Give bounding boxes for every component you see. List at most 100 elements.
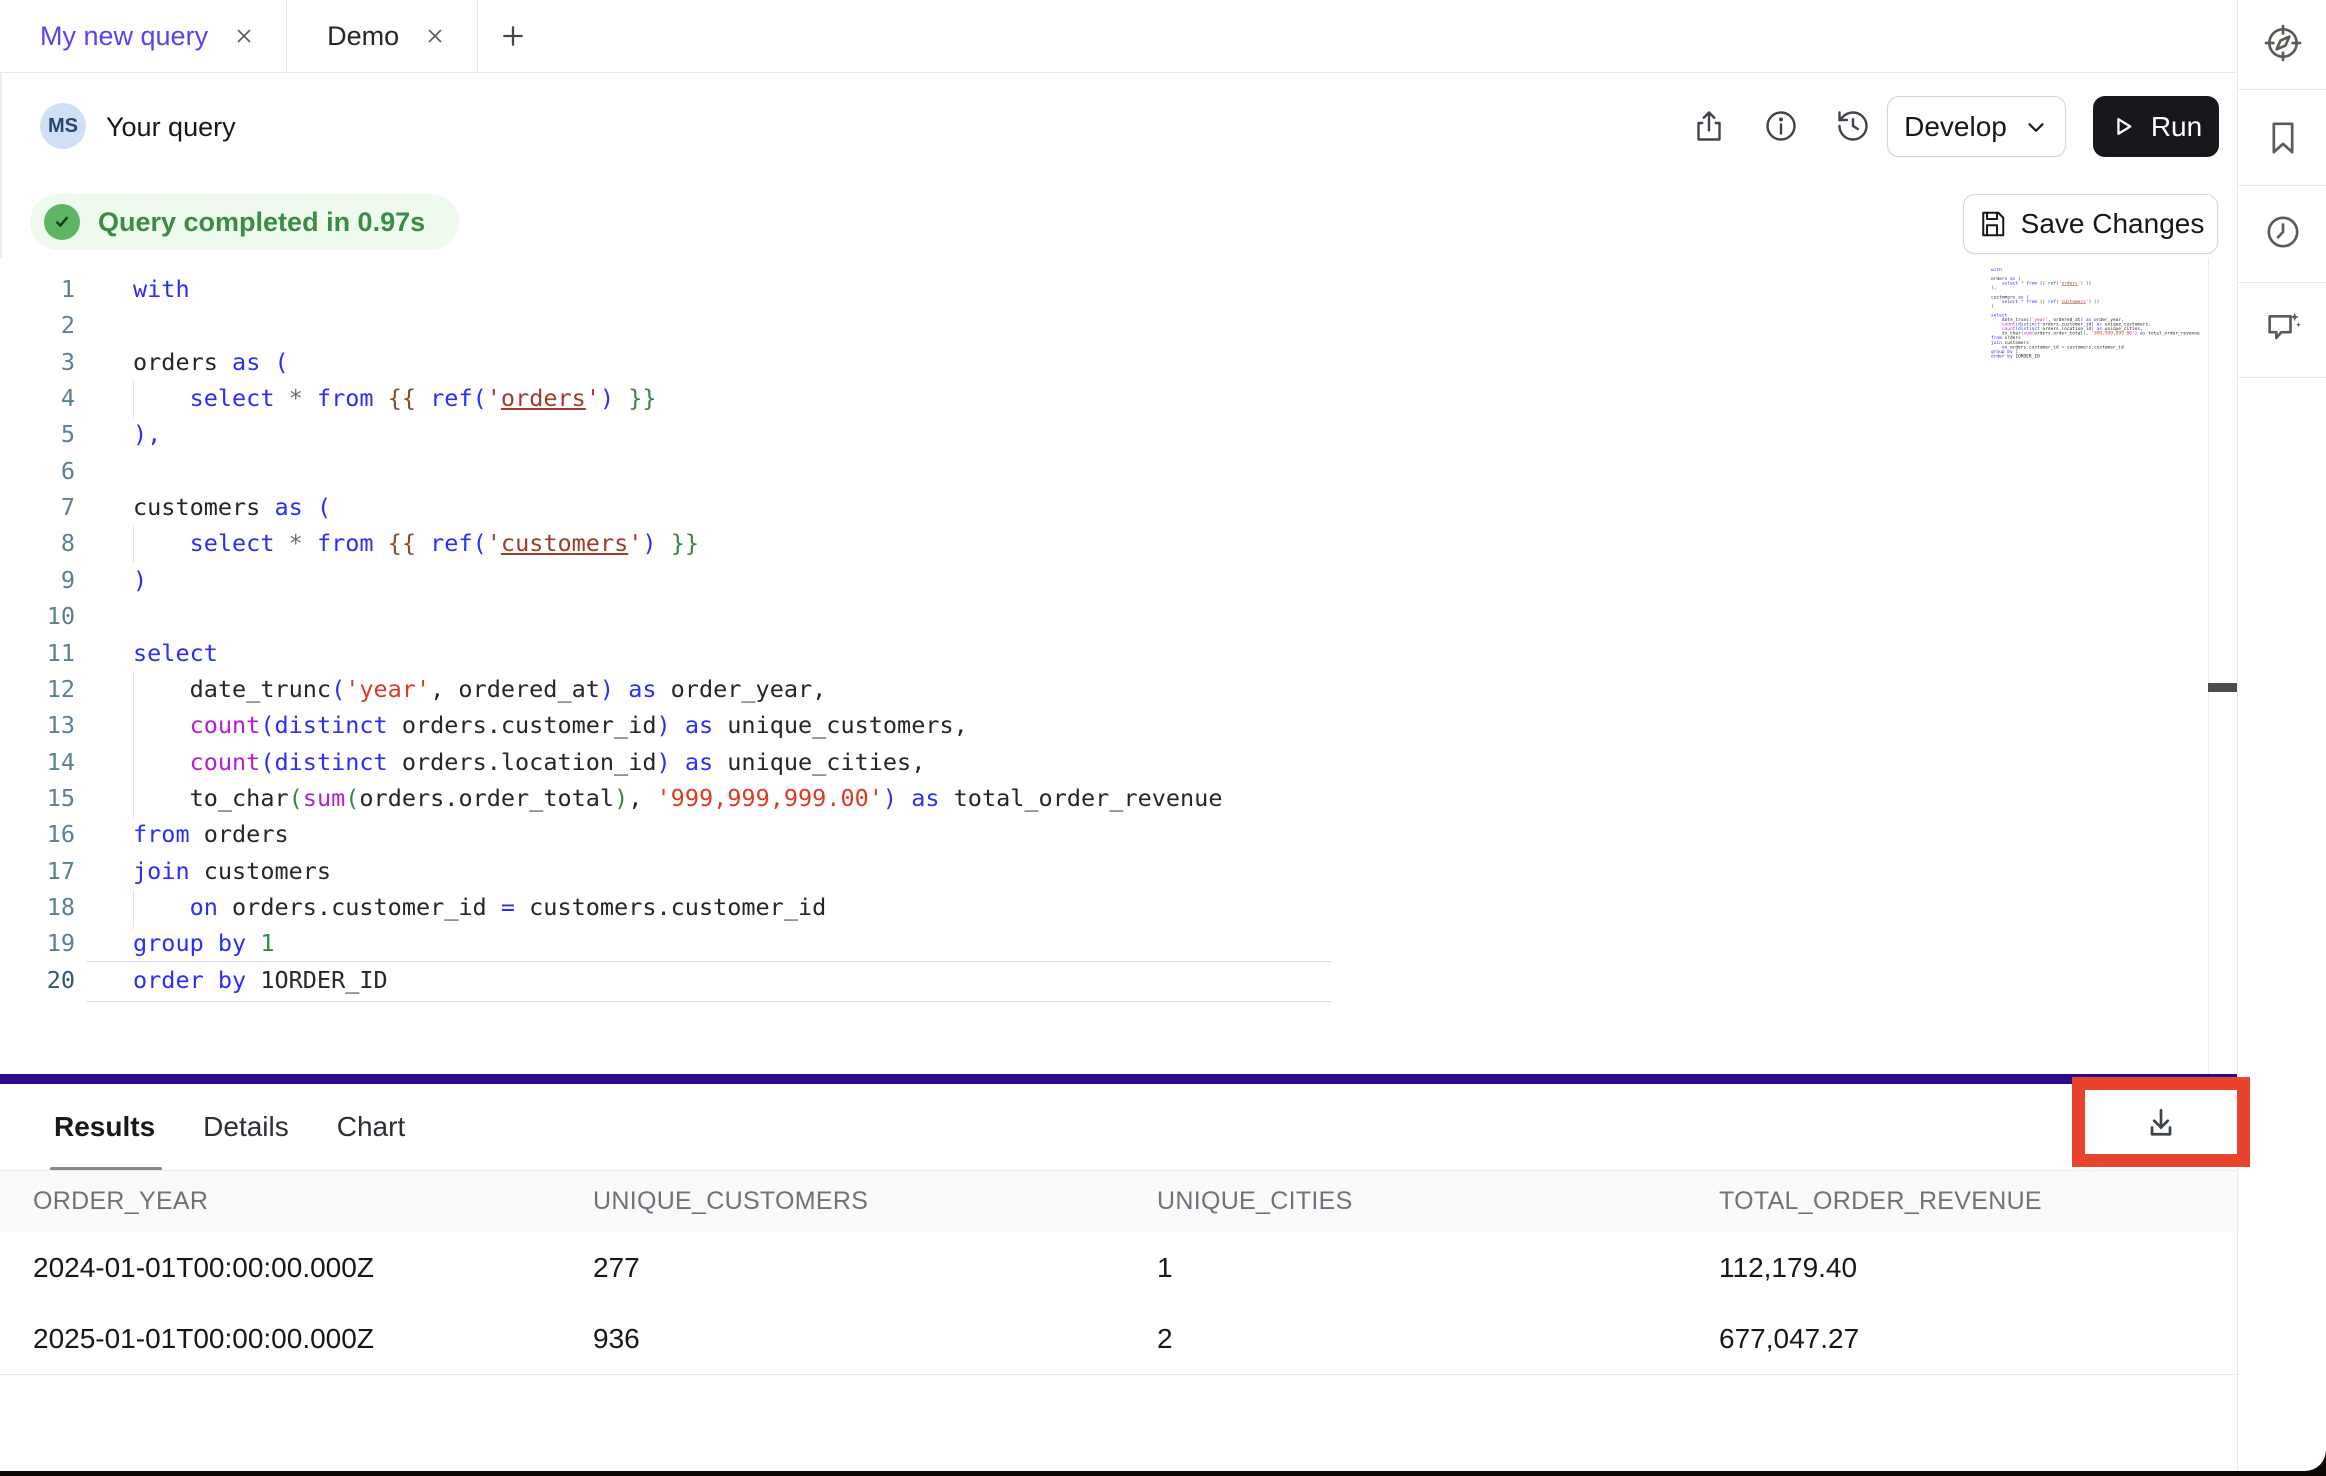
code-line[interactable]: 19group by 1 bbox=[0, 926, 2208, 963]
code-line[interactable]: 6 bbox=[0, 454, 2208, 491]
line-number: 13 bbox=[0, 711, 75, 739]
code-line[interactable]: 16from orders bbox=[0, 817, 2208, 854]
right-sidebar bbox=[2237, 0, 2326, 1476]
results-table-header: ORDER_YEARUNIQUE_CUSTOMERSUNIQUE_CITIEST… bbox=[0, 1171, 2237, 1233]
code-text: with bbox=[133, 275, 190, 303]
table-row: 2025-01-01T00:00:00.000Z9362677,047.27 bbox=[0, 1303, 2237, 1375]
line-number: 4 bbox=[0, 384, 75, 412]
window-bottom-edge bbox=[0, 1471, 2326, 1476]
code-line[interactable]: 2 bbox=[0, 308, 2208, 345]
compass-icon[interactable] bbox=[2259, 19, 2307, 67]
code-text: to_char(sum(orders.order_total), '999,99… bbox=[133, 784, 1222, 812]
line-number: 3 bbox=[0, 348, 75, 376]
editor-tab-my-new-query[interactable]: My new query bbox=[0, 0, 287, 72]
info-icon[interactable] bbox=[1758, 103, 1804, 149]
code-line[interactable]: 15 to_char(sum(orders.order_total), '999… bbox=[0, 781, 2208, 818]
develop-label: Develop bbox=[1904, 111, 2007, 143]
code-text: ), bbox=[133, 420, 161, 448]
new-tab-button[interactable] bbox=[478, 0, 548, 72]
code-line[interactable]: 12 date_trunc('year', ordered_at) as ord… bbox=[0, 672, 2208, 709]
save-changes-button[interactable]: Save Changes bbox=[1963, 194, 2218, 254]
code-text: on orders.customer_id = customers.custom… bbox=[133, 893, 826, 921]
code-text: count(distinct orders.location_id) as un… bbox=[133, 748, 925, 776]
code-text: date_trunc('year', ordered_at) as order_… bbox=[133, 675, 826, 703]
code-text: join customers bbox=[133, 857, 331, 885]
tab-bar: My new query Demo bbox=[0, 0, 2237, 73]
table-cell: 277 bbox=[593, 1252, 640, 1284]
results-tab-chart[interactable]: Chart bbox=[337, 1111, 405, 1143]
line-number: 20 bbox=[0, 966, 75, 994]
code-line[interactable]: 1 with bbox=[0, 272, 2208, 309]
panel-divider[interactable] bbox=[0, 1074, 2237, 1084]
develop-dropdown[interactable]: Develop bbox=[1887, 96, 2066, 157]
column-header: TOTAL_ORDER_REVENUE bbox=[1719, 1187, 2042, 1216]
status-message: Query completed in 0.97s bbox=[98, 207, 425, 238]
code-line[interactable]: 13 count(distinct orders.customer_id) as… bbox=[0, 708, 2208, 745]
line-number: 7 bbox=[0, 493, 75, 521]
query-toolbar: MS Your query Develop Run bbox=[0, 72, 2237, 182]
rail-divider bbox=[2238, 377, 2326, 378]
line-number: 1 bbox=[0, 275, 75, 303]
line-number: 19 bbox=[0, 929, 75, 957]
ai-chat-icon[interactable] bbox=[2259, 304, 2307, 352]
code-line[interactable]: 10 bbox=[0, 599, 2208, 636]
line-number: 6 bbox=[0, 457, 75, 485]
table-cell: 677,047.27 bbox=[1719, 1323, 1859, 1355]
code-line[interactable]: 17join customers bbox=[0, 854, 2208, 891]
line-number: 5 bbox=[0, 420, 75, 448]
tab-label: My new query bbox=[40, 21, 208, 52]
tab-label: Demo bbox=[327, 21, 399, 52]
rail-divider bbox=[2238, 282, 2326, 283]
code-line[interactable]: 11 select bbox=[0, 636, 2208, 673]
column-header: UNIQUE_CITIES bbox=[1157, 1187, 1353, 1216]
code-line[interactable]: 3orders as ( bbox=[0, 345, 2208, 382]
code-line[interactable]: 4 select * from {{ ref('orders') }} bbox=[0, 381, 2208, 418]
code-line[interactable]: 8 select * from {{ ref('customers') }} bbox=[0, 526, 2208, 563]
clock-icon[interactable] bbox=[2259, 208, 2307, 256]
download-results-button[interactable] bbox=[2086, 1092, 2236, 1154]
query-status-badge: Query completed in 0.97s bbox=[30, 194, 459, 250]
code-line[interactable]: 20 order by 1ORDER_ID bbox=[0, 963, 2208, 1000]
code-text: select bbox=[133, 639, 218, 667]
column-header: ORDER_YEAR bbox=[33, 1187, 208, 1216]
table-cell: 936 bbox=[593, 1323, 640, 1355]
editor-right-edge bbox=[2208, 258, 2209, 1074]
code-text: count(distinct orders.customer_id) as un… bbox=[133, 711, 968, 739]
results-tab-details[interactable]: Details bbox=[203, 1111, 289, 1143]
run-button[interactable]: Run bbox=[2093, 96, 2219, 157]
share-icon[interactable] bbox=[1686, 103, 1732, 149]
line-number: 14 bbox=[0, 748, 75, 776]
table-row: 2024-01-01T00:00:00.000Z2771112,179.40 bbox=[0, 1232, 2237, 1304]
check-icon bbox=[44, 204, 80, 240]
close-icon[interactable] bbox=[232, 24, 256, 48]
line-number: 18 bbox=[0, 893, 75, 921]
code-line[interactable]: 9) bbox=[0, 563, 2208, 600]
line-number: 11 bbox=[0, 639, 75, 667]
chevron-down-icon bbox=[2023, 114, 2049, 140]
line-number: 15 bbox=[0, 784, 75, 812]
scrollbar-thumb[interactable] bbox=[2208, 683, 2237, 692]
page-title: Your query bbox=[106, 112, 236, 143]
minimap-line: order by 1ORDER_ID bbox=[1991, 354, 2212, 359]
table-cell: 2025-01-01T00:00:00.000Z bbox=[33, 1323, 374, 1355]
code-line[interactable]: 5), bbox=[0, 417, 2208, 454]
code-text: order by 1ORDER_ID bbox=[133, 966, 388, 994]
code-line[interactable]: 7customers as ( bbox=[0, 490, 2208, 527]
save-icon bbox=[1977, 209, 2007, 239]
table-cell: 2024-01-01T00:00:00.000Z bbox=[33, 1252, 374, 1284]
bookmark-icon[interactable] bbox=[2259, 114, 2307, 162]
results-tab-results[interactable]: Results bbox=[54, 1111, 155, 1143]
minimap[interactable]: with orders as ( select * from {{ ref('o… bbox=[1991, 268, 2212, 438]
close-icon[interactable] bbox=[423, 24, 447, 48]
line-number: 10 bbox=[0, 602, 75, 630]
code-line[interactable]: 18 on orders.customer_id = customers.cus… bbox=[0, 890, 2208, 927]
toolbar-actions bbox=[1686, 103, 1876, 149]
code-line[interactable]: 14 count(distinct orders.location_id) as… bbox=[0, 745, 2208, 782]
editor-tab-demo[interactable]: Demo bbox=[287, 0, 478, 72]
sql-editor[interactable]: 1 with 23orders as (4 select * from {{ ref… bbox=[0, 258, 2237, 1074]
history-icon[interactable] bbox=[1830, 103, 1876, 149]
line-number: 8 bbox=[0, 529, 75, 557]
table-cell: 1 bbox=[1157, 1252, 1173, 1284]
rail-divider bbox=[2238, 89, 2326, 90]
run-label: Run bbox=[2151, 111, 2202, 143]
